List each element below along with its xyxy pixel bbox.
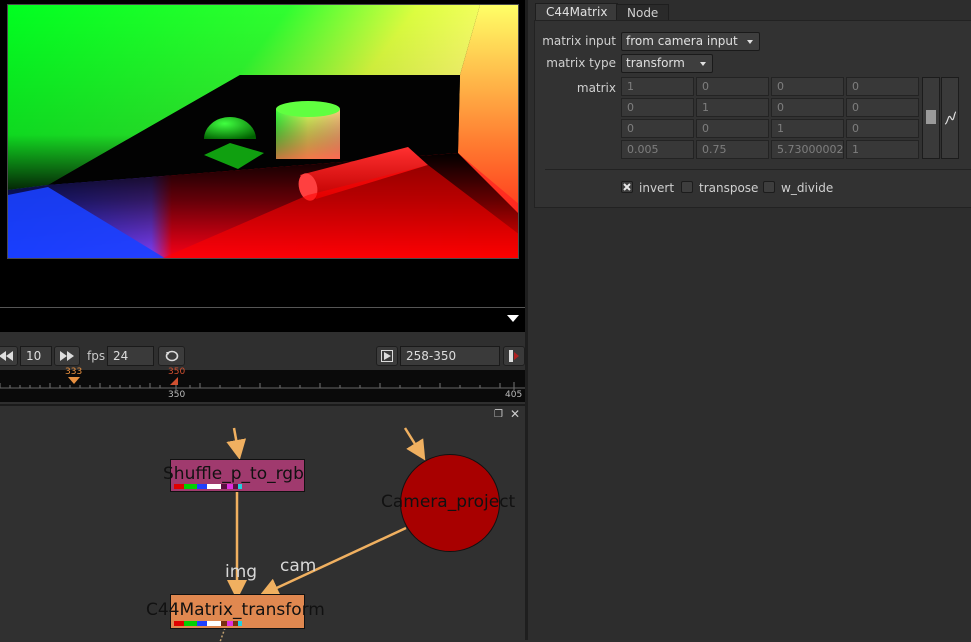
dropdown-arrow-icon xyxy=(700,62,706,66)
matrix-cell[interactable]: 0 xyxy=(771,98,844,117)
transpose-label: transpose xyxy=(699,181,759,195)
matrix-cell[interactable]: 0 xyxy=(846,77,919,96)
viewer-menu-arrow-icon[interactable] xyxy=(507,315,519,322)
rewind-icon xyxy=(0,351,13,361)
matrix-cell[interactable]: 0.75 xyxy=(696,140,769,159)
node-camera-label: Camera_project xyxy=(381,492,516,512)
viewer[interactable] xyxy=(0,0,525,332)
matrix-input-dropdown[interactable]: from camera input xyxy=(621,32,760,51)
node-c44matrix[interactable]: C44Matrix_transform xyxy=(146,594,325,629)
fps-label: fps xyxy=(87,349,106,363)
slider-handle-icon xyxy=(926,110,936,124)
frame-range-field[interactable]: 258-350 xyxy=(400,346,500,366)
frame-increment-field[interactable]: 10 xyxy=(20,346,52,366)
timeline-tick-405: 405 xyxy=(505,390,523,400)
play-range-button[interactable] xyxy=(376,346,398,366)
matrix-label: matrix xyxy=(576,81,616,95)
edge-into-camera xyxy=(403,427,426,461)
matrix-cell[interactable]: 1 xyxy=(696,98,769,117)
viewer-image[interactable] xyxy=(7,4,519,259)
current-frame-label: 333 xyxy=(65,367,83,377)
tab-c44matrix[interactable]: C44Matrix xyxy=(535,3,619,21)
matrix-input-value: from camera input xyxy=(626,34,738,48)
out-point-label: 350 xyxy=(168,367,186,377)
node-c44matrix-label: C44Matrix_transform xyxy=(146,600,325,620)
loop-mode-button[interactable] xyxy=(158,346,185,366)
edge-label-img: img xyxy=(225,562,258,582)
invert-label: invert xyxy=(639,181,675,195)
w-divide-label: w_divide xyxy=(781,181,834,195)
node-c44matrix-channels xyxy=(174,621,300,626)
transpose-checkbox[interactable] xyxy=(681,181,693,193)
edge-into-shuffle xyxy=(226,427,247,460)
fast-forward-icon xyxy=(60,351,74,361)
matrix-cell[interactable]: 1 xyxy=(846,140,919,159)
loop-icon xyxy=(165,350,178,362)
matrix-cell[interactable]: 0 xyxy=(696,119,769,138)
matrix-cell[interactable]: 1 xyxy=(771,119,844,138)
current-frame-marker-icon[interactable] xyxy=(68,377,80,385)
matrix-cell[interactable]: 0 xyxy=(696,77,769,96)
section-divider xyxy=(545,169,971,170)
fps-field[interactable]: 24 xyxy=(107,346,154,366)
w-divide-checkbox[interactable] xyxy=(763,181,775,193)
matrix-cell[interactable]: 0 xyxy=(846,98,919,117)
timeline-tick-350: 350 xyxy=(168,390,186,400)
play-icon xyxy=(381,350,393,362)
out-point-marker-icon[interactable] xyxy=(170,377,178,385)
matrix-cell[interactable]: 0 xyxy=(846,119,919,138)
matrix-cell[interactable]: 0 xyxy=(771,77,844,96)
matrix-cell[interactable]: 0.005 xyxy=(621,140,694,159)
viewer-info-bar xyxy=(0,307,525,331)
checkmark-icon xyxy=(623,183,631,191)
node-shuffle-label: Shuffle_p_to_rgb xyxy=(163,464,304,484)
dropdown-arrow-icon xyxy=(747,40,753,44)
timeline[interactable]: 333 350 350 405 xyxy=(0,367,525,402)
matrix-cell[interactable]: 0 xyxy=(621,98,694,117)
next-increment-button[interactable] xyxy=(54,346,80,366)
matrix-cell[interactable]: 5.73000002 xyxy=(771,140,844,159)
prev-increment-button[interactable] xyxy=(0,346,18,366)
matrix-cell[interactable]: 0 xyxy=(621,119,694,138)
matrix-type-dropdown[interactable]: transform xyxy=(621,54,713,73)
edge-label-cam: cam xyxy=(280,556,317,576)
animation-curve-button[interactable] xyxy=(941,77,959,159)
matrix-type-value: transform xyxy=(626,56,685,70)
matrix-cell[interactable]: 1 xyxy=(621,77,694,96)
matrix-type-label: matrix type xyxy=(546,56,616,70)
invert-checkbox[interactable] xyxy=(621,181,633,193)
curve-icon xyxy=(944,111,957,125)
matrix-input-label: matrix input xyxy=(542,34,616,48)
rendered-scene xyxy=(8,5,518,258)
matrix-slider-button[interactable] xyxy=(922,77,940,159)
node-graph[interactable]: ❐ ✕ Shuffle_p_to_rgb Camera_project img … xyxy=(0,404,525,642)
range-lock-icon xyxy=(509,350,519,362)
node-shuffle[interactable]: Shuffle_p_to_rgb xyxy=(163,459,305,492)
range-lock-button[interactable] xyxy=(503,346,525,366)
node-shuffle-channels xyxy=(174,484,300,489)
tab-node[interactable]: Node xyxy=(616,4,670,21)
